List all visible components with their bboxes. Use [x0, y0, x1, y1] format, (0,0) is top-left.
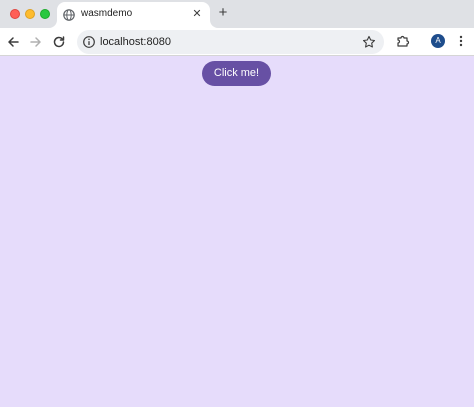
click-me-button[interactable]: Click me!	[202, 61, 271, 86]
close-tab-icon[interactable]: ✕	[190, 7, 204, 21]
forward-arrow-icon[interactable]	[28, 34, 44, 50]
site-info-icon[interactable]	[82, 35, 96, 49]
back-arrow-icon[interactable]	[5, 34, 21, 50]
more-menu-icon[interactable]	[456, 34, 466, 48]
page-content: Click me!	[0, 57, 474, 407]
url-text[interactable]: localhost:8080	[100, 36, 171, 48]
new-tab-icon[interactable]: +	[215, 5, 231, 21]
tab-strip: wasmdemo ✕ +	[0, 0, 474, 28]
reload-icon[interactable]	[51, 34, 67, 50]
tab-title: wasmdemo	[81, 8, 133, 19]
minimize-window-button[interactable]	[25, 9, 35, 19]
close-window-button[interactable]	[10, 9, 20, 19]
extensions-puzzle-icon[interactable]	[396, 34, 410, 48]
globe-icon	[63, 8, 75, 21]
bookmark-star-icon[interactable]	[362, 35, 376, 49]
address-bar[interactable]: localhost:8080	[77, 30, 384, 54]
maximize-window-button[interactable]	[40, 9, 50, 19]
browser-window: wasmdemo ✕ + localhost:8080 A Click me!	[0, 0, 474, 407]
profile-avatar[interactable]: A	[431, 34, 445, 48]
tab-wasmdemo[interactable]: wasmdemo ✕	[57, 2, 210, 28]
browser-toolbar: localhost:8080 A	[0, 28, 474, 56]
